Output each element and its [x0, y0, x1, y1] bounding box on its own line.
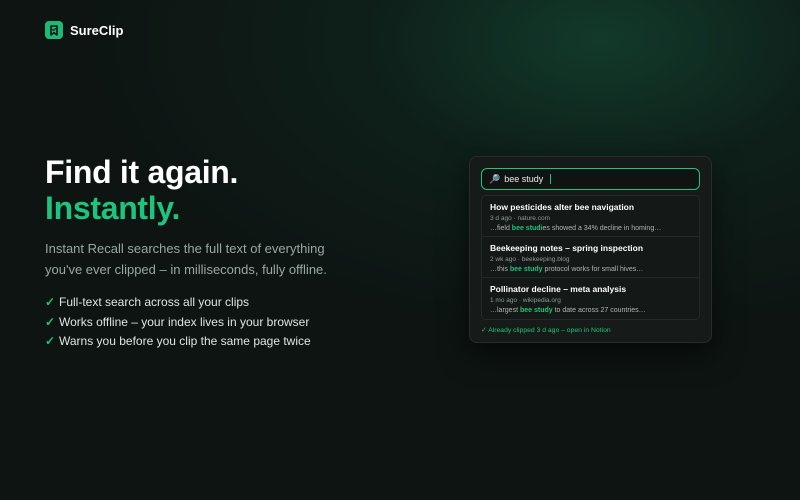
- result-item[interactable]: Beekeeping notes – spring inspection 2 w…: [482, 237, 699, 278]
- feature-text: Full-text search across all your clips: [59, 295, 250, 309]
- result-item[interactable]: How pesticides alter bee navigation 3 d …: [482, 196, 699, 237]
- results-list: How pesticides alter bee navigation 3 d …: [481, 195, 700, 320]
- result-meta: 3 d ago · nature.com: [490, 215, 550, 222]
- result-title: Beekeeping notes – spring inspection: [490, 243, 644, 253]
- result-meta: 1 mo ago · wikipedia.org: [490, 297, 561, 304]
- snippet-highlight: bee studi: [511, 225, 543, 232]
- feature-item: ✓ Works offline – your index lives in yo…: [45, 313, 425, 333]
- feature-text: Warns you before you clip the same page …: [59, 334, 311, 348]
- magnifier-icon: 🔎: [489, 173, 501, 184]
- snippet-text: …largest: [490, 307, 520, 314]
- recall-panel: 🔎 How pesticides alter bee navigation 3 …: [469, 156, 712, 343]
- snippet-text: protocol works for small hives…: [542, 266, 644, 273]
- already-clipped-notice[interactable]: ✓ Already clipped 3 d ago – open in Noti…: [481, 326, 700, 334]
- snippet-text: …this: [490, 266, 510, 273]
- search-input[interactable]: [504, 174, 665, 184]
- snippet-text: es showed a 34% decline in homing…: [542, 225, 662, 232]
- result-title: Pollinator decline – meta analysis: [490, 284, 627, 294]
- feature-text: Works offline – your index lives in your…: [59, 314, 310, 329]
- snippet-text: to date across 27 countries…: [552, 307, 646, 314]
- result-title: How pesticides alter bee navigation: [490, 202, 635, 212]
- headline: Find it again.: [45, 154, 239, 190]
- bookmark-icon: [45, 21, 63, 39]
- headline-accent: Instantly.: [45, 190, 181, 226]
- result-snippet: …largest bee study to date across 27 cou…: [490, 306, 691, 316]
- snippet-highlight: bee study: [519, 307, 553, 314]
- check-icon: ✓: [45, 295, 56, 309]
- brand-logo[interactable]: SureClip: [45, 21, 123, 39]
- search-box[interactable]: 🔎: [481, 168, 700, 190]
- check-icon: ✓: [45, 334, 56, 348]
- brand-name: SureClip: [70, 22, 124, 38]
- result-meta: 2 wk ago · beekeeping.blog: [490, 256, 570, 263]
- result-item[interactable]: Pollinator decline – meta analysis 1 mo …: [482, 278, 699, 319]
- snippet-highlight: bee study: [509, 266, 543, 273]
- lead-paragraph: Instant Recall searches the full text of…: [45, 241, 327, 277]
- feature-item: ✓ Warns you before you clip the same pag…: [45, 332, 425, 352]
- snippet-text: …field: [490, 225, 512, 232]
- feature-list: ✓ Full-text search across all your clips…: [45, 293, 425, 352]
- hero-section: Find it again. Instantly. Instant Recall…: [45, 154, 425, 352]
- feature-item: ✓ Full-text search across all your clips: [45, 293, 425, 313]
- text-caret: [550, 174, 552, 184]
- check-icon: ✓: [45, 314, 56, 329]
- result-snippet: …field bee studies showed a 34% decline …: [490, 224, 691, 234]
- result-snippet: …this bee study protocol works for small…: [490, 265, 691, 275]
